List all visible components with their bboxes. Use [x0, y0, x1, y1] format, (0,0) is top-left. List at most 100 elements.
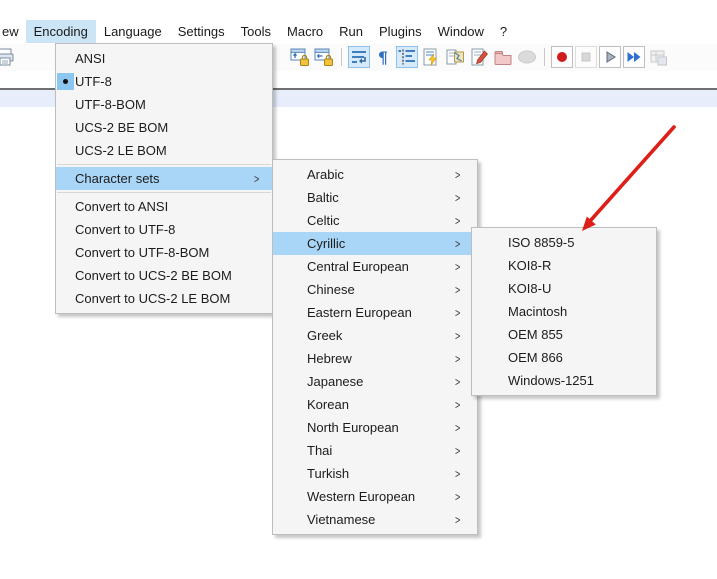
menu-item-baltic[interactable]: Baltic >	[273, 186, 477, 209]
submenu-arrow-icon: >	[455, 328, 461, 343]
menu-item-utf-8[interactable]: UTF-8	[56, 70, 272, 93]
menu-gutter	[56, 47, 75, 70]
menu-item-label: Convert to UCS-2 BE BOM	[75, 268, 232, 283]
menu-item-label: Chinese	[307, 282, 355, 297]
menu-item-north-european[interactable]: North European >	[273, 416, 477, 439]
menu-item-greek[interactable]: Greek >	[273, 324, 477, 347]
menu-gutter	[56, 218, 75, 241]
menu-item-label: Japanese	[307, 374, 364, 389]
menubar-item-window[interactable]: Window	[430, 20, 492, 43]
submenu-arrow-icon: >	[455, 213, 461, 228]
menu-item-koi8-u[interactable]: KOI8-U	[472, 277, 656, 300]
menubar-item-encoding[interactable]: Encoding	[25, 19, 96, 43]
menu-item-label: UTF-8	[75, 74, 112, 89]
menu-item-label: Cyrillic	[307, 236, 346, 251]
submenu-arrow-icon: >	[455, 443, 461, 458]
document-map-icon[interactable]	[444, 46, 466, 68]
show-indent-guide-icon[interactable]	[396, 46, 418, 68]
menu-item-oem-866[interactable]: OEM 866	[472, 346, 656, 369]
menu-gutter	[56, 167, 75, 190]
menu-item-japanese[interactable]: Japanese >	[273, 370, 477, 393]
menu-item-celtic[interactable]: Celtic >	[273, 209, 477, 232]
cyrillic-submenu: ISO 8859-5 KOI8-R KOI8-U Macintosh OEM 855 OE…	[471, 227, 657, 396]
menu-gutter	[56, 195, 75, 218]
menubar-item-ew[interactable]: ew	[0, 20, 26, 43]
menu-item-macintosh[interactable]: Macintosh	[472, 300, 656, 323]
menubar-item-plugins[interactable]: Plugins	[371, 20, 430, 43]
function-list-icon[interactable]	[468, 46, 490, 68]
menu-item-koi8-r[interactable]: KOI8-R	[472, 254, 656, 277]
menu-item-convert-to-utf-8[interactable]: Convert to UTF-8	[56, 218, 272, 241]
menu-bar: ew Encoding Language Settings Tools Macro Run P…	[0, 19, 717, 43]
menu-item-ucs-2-be-bom[interactable]: UCS-2 BE BOM	[56, 116, 272, 139]
menu-item-eastern-european[interactable]: Eastern European >	[273, 301, 477, 324]
menubar-item-language[interactable]: Language	[96, 20, 170, 43]
menu-item-central-european[interactable]: Central European >	[273, 255, 477, 278]
submenu-arrow-icon: >	[455, 282, 461, 297]
run-macro-multiple-times-icon[interactable]	[623, 46, 645, 68]
menu-item-label: UCS-2 BE BOM	[75, 120, 169, 135]
menu-item-label: UTF-8-BOM	[75, 97, 146, 112]
submenu-arrow-icon: >	[254, 171, 260, 186]
menu-item-turkish[interactable]: Turkish >	[273, 462, 477, 485]
toolbar-separator	[341, 48, 342, 66]
menu-item-arabic[interactable]: Arabic >	[273, 163, 477, 186]
menu-gutter	[56, 139, 75, 162]
menu-item-iso-8859-5[interactable]: ISO 8859-5	[472, 231, 656, 254]
menu-separator	[57, 192, 271, 193]
sync-horizontal-scrolling-icon[interactable]	[313, 46, 335, 68]
menu-item-windows-1251[interactable]: Windows-1251	[472, 369, 656, 392]
menu-gutter	[56, 264, 75, 287]
submenu-arrow-icon: >	[455, 167, 461, 182]
submenu-arrow-icon: >	[455, 466, 461, 481]
menubar-item-settings[interactable]: Settings	[170, 20, 233, 43]
menu-item-convert-to-ucs-2-le-bom[interactable]: Convert to UCS-2 LE BOM	[56, 287, 272, 310]
menu-item-vietnamese[interactable]: Vietnamese >	[273, 508, 477, 531]
menu-gutter	[56, 241, 75, 264]
menu-item-utf-8-bom[interactable]: UTF-8-BOM	[56, 93, 272, 116]
menu-item-label: ANSI	[75, 51, 106, 66]
show-all-characters-icon[interactable]: ¶	[372, 46, 394, 68]
menu-item-label: ISO 8859-5	[508, 235, 575, 250]
menu-item-korean[interactable]: Korean >	[273, 393, 477, 416]
folder-as-workspace-icon[interactable]	[492, 46, 514, 68]
svg-text:¶: ¶	[378, 48, 388, 67]
menu-item-label: Western European	[307, 489, 416, 504]
submenu-arrow-icon: >	[455, 397, 461, 412]
menu-item-label: OEM 855	[508, 327, 563, 342]
menu-item-chinese[interactable]: Chinese >	[273, 278, 477, 301]
sync-vertical-scrolling-icon[interactable]	[289, 46, 311, 68]
menu-item-label: Convert to UCS-2 LE BOM	[75, 291, 231, 306]
menu-item-oem-855[interactable]: OEM 855	[472, 323, 656, 346]
submenu-arrow-icon: >	[455, 190, 461, 205]
submenu-arrow-icon: >	[455, 374, 461, 389]
menu-item-western-european[interactable]: Western European >	[273, 485, 477, 508]
print-icon[interactable]	[0, 46, 16, 68]
menu-item-thai[interactable]: Thai >	[273, 439, 477, 462]
menu-item-label: North European	[307, 420, 399, 435]
menu-item-convert-to-ansi[interactable]: Convert to ANSI	[56, 195, 272, 218]
menubar-item-tools[interactable]: Tools	[233, 20, 279, 43]
menu-item-convert-to-utf-8-bom[interactable]: Convert to UTF-8-BOM	[56, 241, 272, 264]
menu-item-label: Turkish	[307, 466, 350, 481]
menu-item-label: Eastern European	[307, 305, 412, 320]
toolbar-separator	[544, 48, 545, 66]
menubar-item-run[interactable]: Run	[331, 20, 371, 43]
record-macro-icon[interactable]	[551, 46, 573, 68]
menu-item-hebrew[interactable]: Hebrew >	[273, 347, 477, 370]
menu-item-ansi[interactable]: ANSI	[56, 47, 272, 70]
word-wrap-icon[interactable]	[348, 46, 370, 68]
monitoring-icon	[516, 46, 538, 68]
stop-recording-icon	[575, 46, 597, 68]
menu-item-cyrillic[interactable]: Cyrillic >	[273, 232, 477, 255]
menu-item-ucs-2-le-bom[interactable]: UCS-2 LE BOM	[56, 139, 272, 162]
checked-radio-icon	[57, 73, 74, 90]
submenu-arrow-icon: >	[455, 305, 461, 320]
menu-item-character-sets[interactable]: Character sets >	[56, 167, 272, 190]
character-sets-submenu: Arabic > Baltic > Celtic > Cyrillic > Central Eu…	[272, 159, 478, 535]
menubar-item-macro[interactable]: Macro	[279, 20, 331, 43]
menu-item-convert-to-ucs-2-be-bom[interactable]: Convert to UCS-2 BE BOM	[56, 264, 272, 287]
define-language-icon[interactable]	[420, 46, 442, 68]
menubar-item-help[interactable]: ?	[492, 20, 515, 43]
playback-macro-icon[interactable]	[599, 46, 621, 68]
